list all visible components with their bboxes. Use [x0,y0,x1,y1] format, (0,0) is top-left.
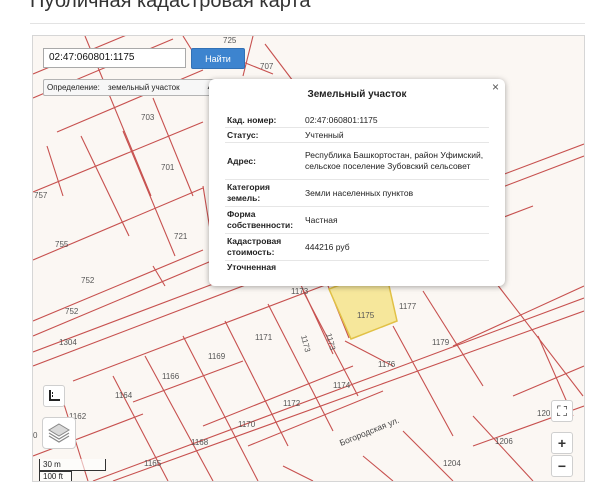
definition-label: Определение: [47,83,100,92]
parcel-info-popup: Земельный участок × Кад. номер: 02:47:060… [209,79,505,286]
svg-text:1166: 1166 [162,372,180,381]
info-row: Кадастровая стоимость: 444216 руб [225,233,489,261]
close-icon[interactable]: × [492,80,499,94]
svg-text:703: 703 [141,113,155,122]
layers-icon [48,423,70,443]
svg-text:707: 707 [260,62,274,71]
svg-text:1165: 1165 [144,459,162,468]
info-row: Форма собственности: Частная [225,206,489,234]
parcel-info-table: Кад. номер: 02:47:060801:1175 Статус: Учте… [225,113,489,274]
svg-text:755: 755 [55,240,69,249]
svg-text:1204: 1204 [443,459,461,468]
svg-text:120: 120 [537,409,551,418]
info-row: Уточненная [227,262,277,272]
svg-text:1174: 1174 [333,381,351,390]
measure-tool-button[interactable] [43,385,65,407]
scale-metric: 30 m [39,459,106,471]
svg-text:1175: 1175 [357,311,375,320]
info-row: Категория земель: Земли населенных пункто… [225,179,489,207]
info-row: Кад. номер: 02:47:060801:1175 [225,113,489,128]
layers-button[interactable] [42,417,76,449]
svg-text:752: 752 [81,276,95,285]
svg-text:1173: 1173 [291,287,309,296]
svg-text:1179: 1179 [432,338,450,347]
svg-text:1304: 1304 [59,338,77,347]
svg-text:1171: 1171 [255,333,273,342]
svg-text:1206: 1206 [495,437,513,446]
definition-select[interactable]: Определение: земельный участок ▴ [43,79,216,96]
scale-bar: 30 m 100 ft [39,459,106,481]
popup-title: Земельный участок [307,89,407,100]
ruler-icon [49,390,60,401]
fullscreen-button[interactable]: ⛶ [551,400,573,422]
svg-text:1164: 1164 [115,391,133,400]
svg-text:1169: 1169 [208,352,226,361]
svg-text:721: 721 [174,232,188,241]
svg-text:725: 725 [223,36,237,45]
svg-text:752: 752 [65,307,79,316]
svg-text:1168: 1168 [191,438,209,447]
zoom-in-button[interactable]: + [551,432,573,454]
cadastral-search-input[interactable]: 02:47:060801:1175 [43,48,186,68]
page-title: Публичная кадастровая карта [30,0,311,12]
svg-text:1170: 1170 [238,420,256,429]
cadastral-map[interactable]: 725 707 703 701 757 721 755 752 752 1304… [32,35,585,482]
fullscreen-icon: ⛶ [557,403,567,419]
info-row: Адрес: Республика Башкортостан, район Уфи… [225,142,489,180]
zoom-out-button[interactable]: − [551,455,573,477]
svg-text:1176: 1176 [378,360,396,369]
svg-text:757: 757 [34,191,48,200]
title-divider [30,23,585,24]
svg-text:701: 701 [161,163,175,172]
svg-text:0: 0 [33,431,38,440]
find-button[interactable]: Найти [191,48,245,69]
scale-imperial: 100 ft [39,471,72,481]
info-row: Статус: Учтенный [225,127,489,143]
definition-value: земельный участок [108,83,180,92]
svg-text:1177: 1177 [399,302,417,311]
svg-text:1172: 1172 [283,399,301,408]
